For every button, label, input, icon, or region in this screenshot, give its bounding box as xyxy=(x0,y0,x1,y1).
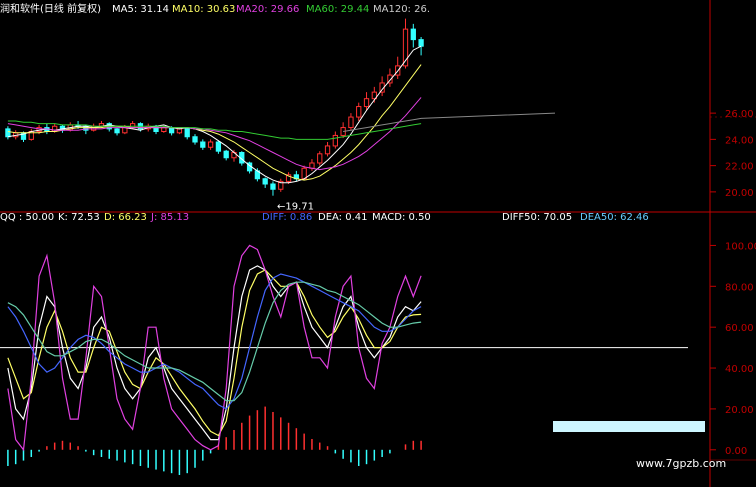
d-line xyxy=(7,269,422,437)
j-label: J: 85.13 xyxy=(150,212,189,223)
candle-body xyxy=(348,116,354,129)
dea50-line xyxy=(7,281,422,402)
ma60-label: MA60: 29.44 xyxy=(306,4,369,15)
chart-title: 润和软件(日线 前复权) xyxy=(0,2,101,15)
candle-body xyxy=(200,141,206,148)
ma10-label: MA10: 30.63 xyxy=(172,4,235,15)
ma20-label: MA20: 29.66 xyxy=(236,4,299,15)
candle-body xyxy=(5,128,11,138)
candle-body xyxy=(207,141,214,148)
candle-body xyxy=(114,128,120,134)
price-tick-label: 24.00 xyxy=(725,135,754,146)
highlight-box xyxy=(553,421,705,432)
dea50-label: DEA50: 62.46 xyxy=(580,212,649,223)
candle-body xyxy=(52,125,58,132)
candle-body xyxy=(192,136,198,143)
ma120-label: MA120: 26. xyxy=(373,4,430,15)
price-tick-label: 20.00 xyxy=(725,188,754,199)
price-tick-label: 22.00 xyxy=(725,162,754,173)
candle-body xyxy=(184,128,190,138)
candle-body xyxy=(161,127,167,132)
k-label: K: 72.53 xyxy=(58,212,100,223)
candle-body xyxy=(301,167,307,180)
stock-chart: 26.00 24.00 22.00 20.00 100.00 80.00 60.00 40.0… xyxy=(0,0,756,487)
candle-body xyxy=(324,145,331,155)
indicator-tick-label: 40.00 xyxy=(725,364,754,375)
d-label: D: 66.23 xyxy=(104,212,147,223)
ma120-line xyxy=(343,112,556,132)
watermark: www.7gpzb.com xyxy=(636,457,726,470)
candle-body xyxy=(176,128,183,134)
candle-body xyxy=(356,106,362,118)
candle-body xyxy=(309,162,315,169)
candle-body xyxy=(410,28,416,41)
indicator-tick-label: 60.00 xyxy=(725,323,754,334)
candle-body xyxy=(418,39,424,47)
candle-body xyxy=(262,178,268,185)
candle-body xyxy=(363,98,370,108)
candle-body xyxy=(215,141,222,152)
indicator-tick-label: 20.00 xyxy=(725,405,754,416)
candle-body xyxy=(270,183,276,190)
diff50-line xyxy=(7,273,422,410)
dea-label: DEA: 0.41 xyxy=(318,212,368,223)
indicator-tick-label: 80.00 xyxy=(725,282,754,293)
price-tick-label: 26.00 xyxy=(725,109,754,120)
diff50-label: DIFF50: 70.05 xyxy=(502,212,572,223)
indicator-tick-label: 100.00 xyxy=(725,241,756,252)
ma5-label: MA5: 31.14 xyxy=(112,4,169,15)
k-line xyxy=(7,265,422,441)
candle-body xyxy=(223,150,229,159)
macd-label: MACD: 0.50 xyxy=(372,212,431,223)
candle-body xyxy=(332,134,338,147)
candle-body xyxy=(317,153,323,164)
qq-label: QQ : 50.00 xyxy=(0,212,54,223)
diff-label: DIFF: 0.86 xyxy=(262,212,312,223)
indicator-tick-label: 0.00 xyxy=(725,446,747,457)
